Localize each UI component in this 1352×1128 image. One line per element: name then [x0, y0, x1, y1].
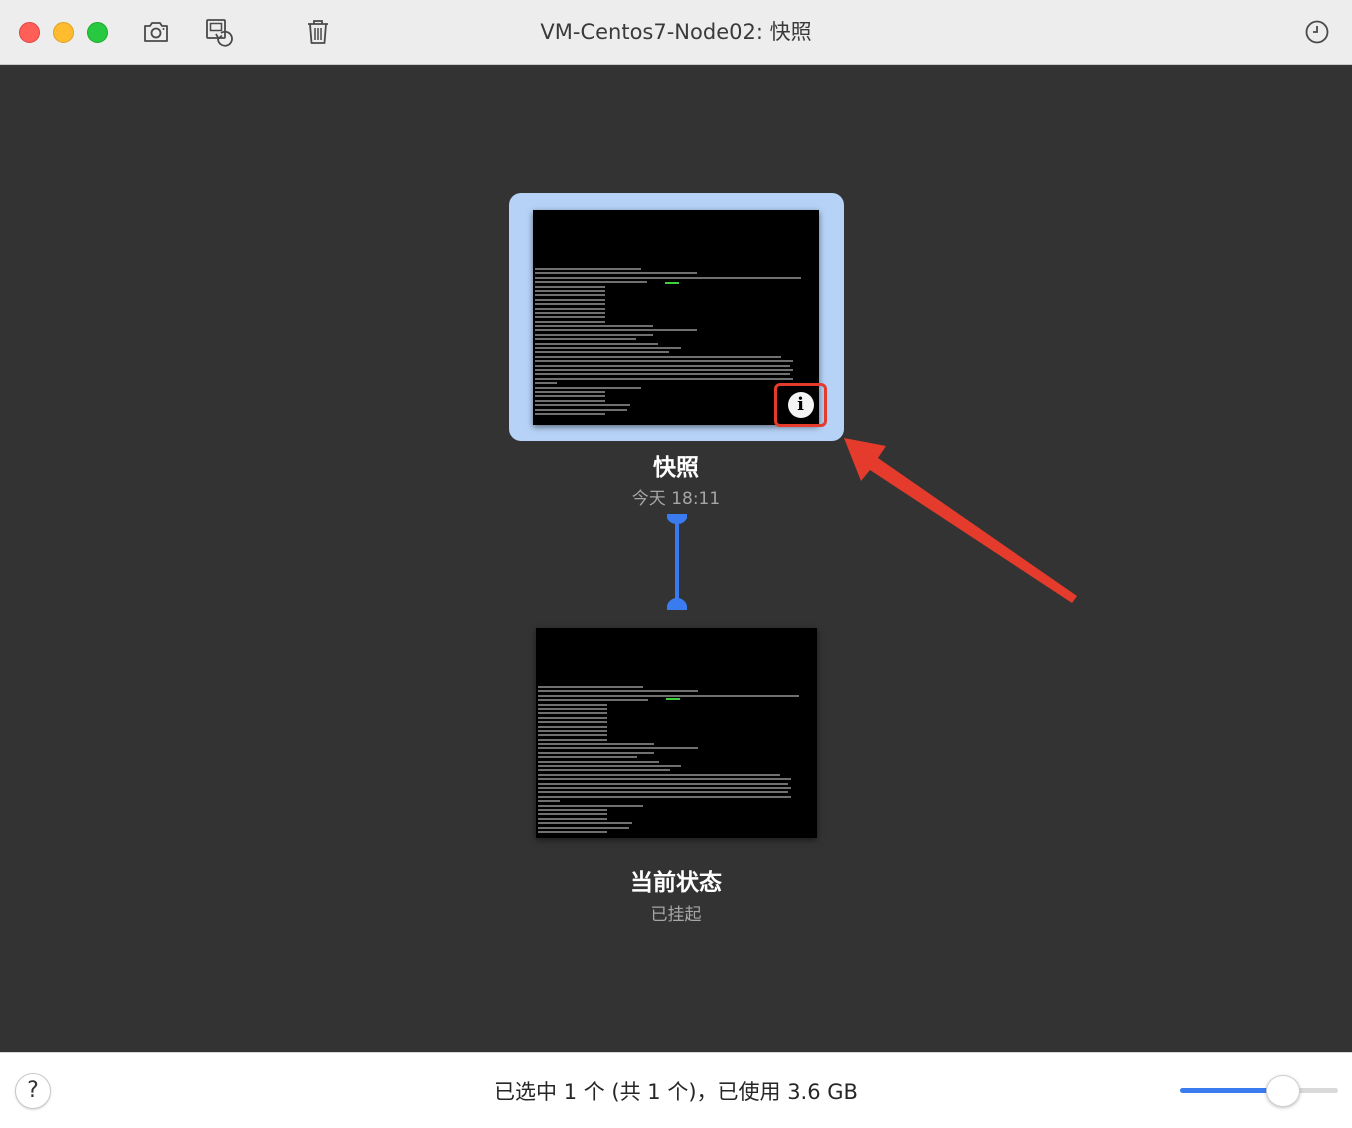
zoom-slider-knob[interactable] — [1265, 1075, 1300, 1107]
current-state-name: 当前状态 — [630, 870, 722, 896]
zoom-slider[interactable] — [1180, 1075, 1338, 1107]
current-state-status: 已挂起 — [650, 905, 702, 925]
terminal-lines — [538, 686, 813, 835]
snapshot-connector — [667, 514, 687, 610]
selection-status: 已选中 1 个 (共 1 个)，已使用 3.6 GB — [494, 1080, 858, 1104]
current-state-thumbnail[interactable] — [536, 628, 817, 838]
help-button[interactable]: ? — [15, 1073, 51, 1109]
status-footer: ? 已选中 1 个 (共 1 个)，已使用 3.6 GB — [0, 1052, 1352, 1128]
